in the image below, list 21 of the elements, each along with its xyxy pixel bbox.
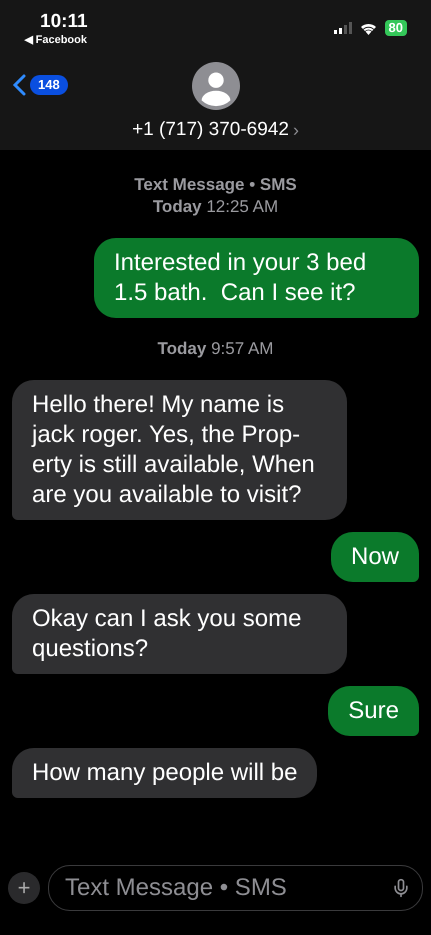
- status-time: 10:11: [40, 12, 88, 32]
- sent-message-bubble: Sure: [328, 686, 419, 736]
- sent-message-bubble: Now: [330, 532, 419, 582]
- add-button[interactable]: +: [8, 872, 40, 904]
- chevron-icon: ›: [292, 118, 299, 142]
- received-message-bubble: Hello there! My name is jack roger. Yes, the Prop-erty is still available, When are you available to visit?: [12, 380, 347, 520]
- contact-avatar-icon[interactable]: [190, 62, 240, 110]
- wifi-icon: [360, 22, 377, 34]
- conversation-label: Text Message • SMS: [134, 174, 297, 196]
- message-input-field[interactable]: Text Message • SMS: [48, 865, 423, 911]
- unread-count-badge: 148: [30, 75, 68, 95]
- sent-message-bubble: Interested in your 3 bed 1.5 bath. Can I see it?: [94, 238, 419, 318]
- back-to-app-link[interactable]: ◀ Facebook: [24, 32, 87, 48]
- battery-indicator: 80: [384, 20, 407, 36]
- signal-icon: [334, 22, 352, 34]
- received-message-bubble: How many people will be: [12, 748, 318, 798]
- timestamp: Today 9:57 AM: [158, 338, 274, 360]
- received-message-bubble: Okay can I ask you some questions?: [12, 594, 347, 674]
- timestamp: Today 12:25 AM: [152, 196, 278, 218]
- contact-number[interactable]: +1 (717) 370-6942: [132, 118, 289, 142]
- back-icon[interactable]: [12, 74, 26, 96]
